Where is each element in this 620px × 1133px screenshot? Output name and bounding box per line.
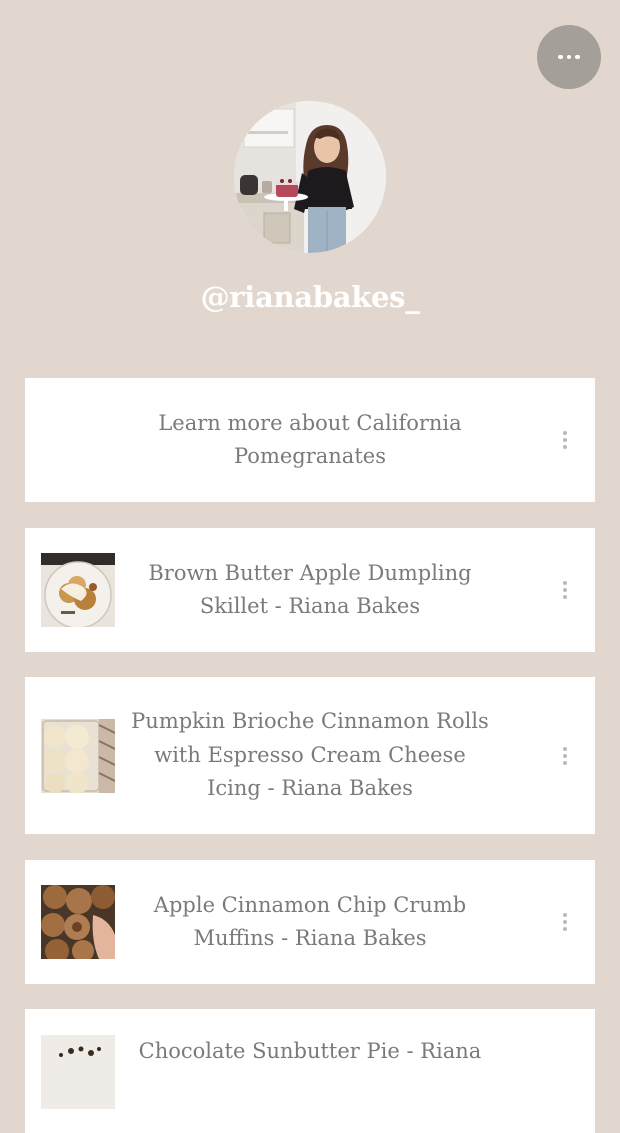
- link-card-california-pomegranates[interactable]: Learn more about California Pomegranates: [25, 378, 595, 502]
- cinnamon-rolls-photo: [41, 718, 115, 793]
- sunbutter-pie-photo: [41, 1035, 115, 1109]
- more-horizontal-icon-dot: [575, 54, 580, 60]
- link-title: Learn more about California Pomegranates: [158, 410, 462, 469]
- link-card-apple-cinnamon-muffins[interactable]: Apple Cinnamon Chip Crumb Muffins - Rian…: [25, 860, 595, 984]
- kebab-dot: [563, 913, 567, 917]
- kebab-dot: [563, 927, 567, 931]
- kebab-dot: [563, 920, 567, 924]
- link-title: Brown Butter Apple Dumpling Skillet - Ri…: [148, 560, 472, 619]
- profile-photo: [234, 101, 386, 253]
- kebab-dot: [563, 753, 567, 758]
- kebab-dot: [563, 581, 567, 585]
- more-horizontal-icon-dot: [566, 54, 572, 60]
- link-title: Chocolate Sunbutter Pie - Riana: [138, 1039, 482, 1063]
- crumb-muffins-photo: [41, 885, 115, 959]
- link-thumbnail: [41, 885, 115, 959]
- more-vertical-icon[interactable]: [557, 744, 573, 768]
- link-card-chocolate-sunbutter-pie[interactable]: Chocolate Sunbutter Pie - Riana: [25, 1009, 595, 1133]
- kebab-dot: [563, 588, 567, 592]
- more-horizontal-icon: [558, 54, 563, 60]
- kebab-dot: [563, 431, 567, 435]
- profile-handle: @rianabakes_: [200, 280, 420, 314]
- link-card-apple-dumpling-skillet[interactable]: Brown Butter Apple Dumpling Skillet - Ri…: [25, 528, 595, 652]
- avatar[interactable]: [234, 101, 386, 253]
- link-thumbnail: [41, 718, 115, 793]
- more-vertical-icon[interactable]: [557, 578, 573, 602]
- kebab-dot: [563, 746, 567, 751]
- kebab-dot: [563, 595, 567, 599]
- link-title: Pumpkin Brioche Cinnamon Rolls with Espr…: [131, 709, 489, 801]
- kebab-dot: [563, 760, 567, 765]
- more-options-button[interactable]: [537, 25, 601, 89]
- kebab-dot: [563, 438, 567, 442]
- apple-dumpling-photo: [41, 553, 115, 627]
- link-card-pumpkin-brioche-rolls[interactable]: Pumpkin Brioche Cinnamon Rolls with Espr…: [25, 677, 595, 834]
- more-vertical-icon[interactable]: [557, 428, 573, 452]
- link-thumbnail: [41, 553, 115, 627]
- kebab-dot: [563, 445, 567, 449]
- more-vertical-icon[interactable]: [557, 910, 573, 934]
- link-title: Apple Cinnamon Chip Crumb Muffins - Rian…: [153, 892, 467, 951]
- link-thumbnail: [41, 1035, 115, 1109]
